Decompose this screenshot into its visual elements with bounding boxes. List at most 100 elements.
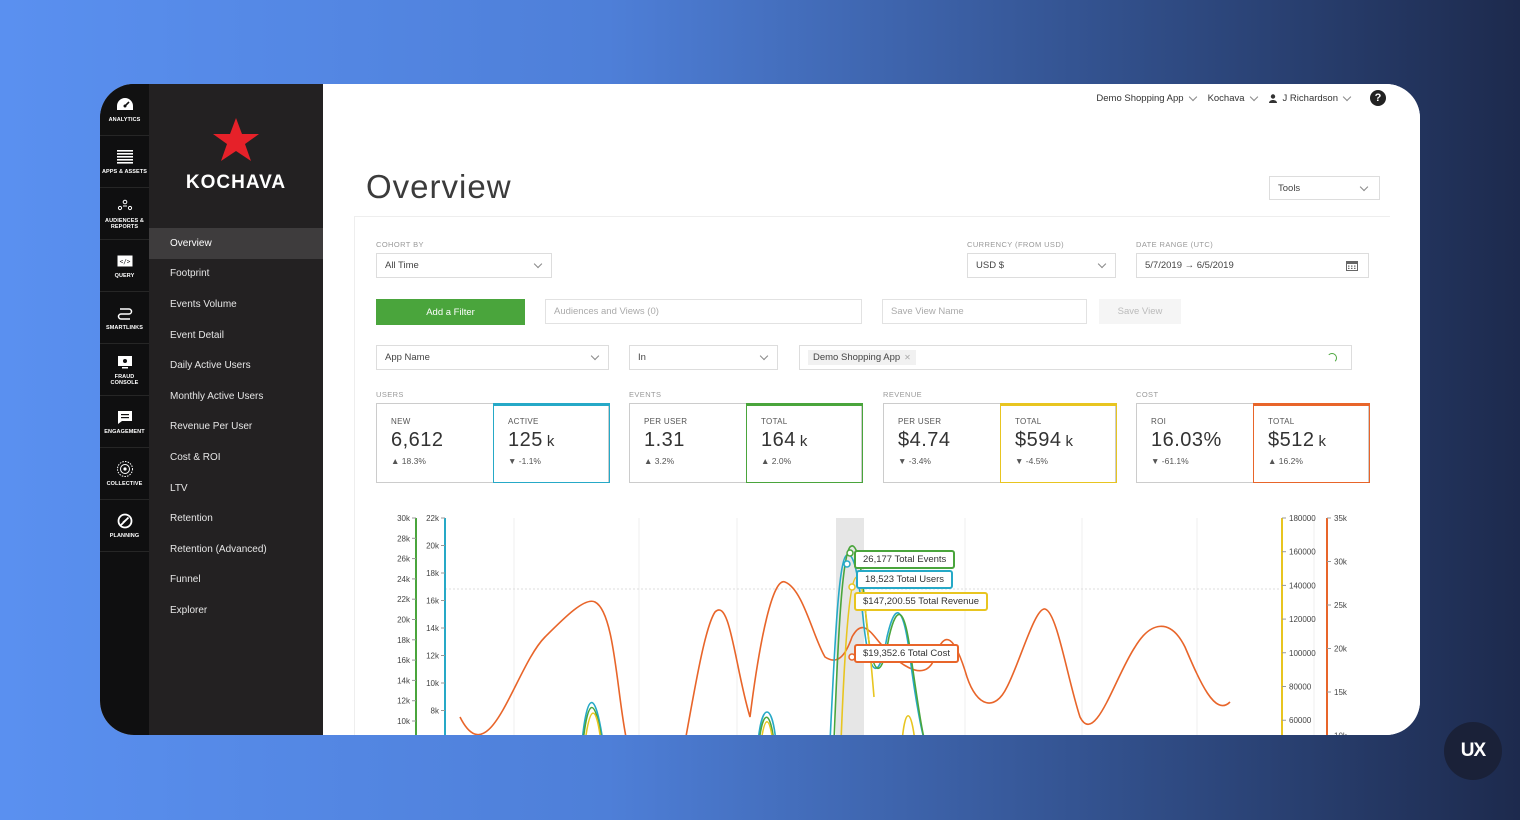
rail-item-label: QUERY	[114, 273, 135, 279]
chart-callout: $19,352.6 Total Cost	[854, 644, 959, 663]
axis-tick-label: 80000	[1289, 683, 1312, 692]
tools-label: Tools	[1278, 182, 1301, 194]
axis-tick-label: 160000	[1289, 548, 1316, 557]
hover-marker	[848, 583, 856, 591]
axis-tick-label: 26k	[397, 555, 411, 564]
user-name: J Richardson	[1282, 92, 1338, 104]
rail-item-collective[interactable]: COLLECTIVE	[100, 448, 149, 500]
app-switcher[interactable]: Demo Shopping App	[1096, 92, 1197, 104]
sidebar-item-revenue-per-user[interactable]: Revenue Per User	[149, 412, 323, 443]
sidebar-item-retention[interactable]: Retention	[149, 503, 323, 534]
axis-tick-label: 20k	[1334, 645, 1348, 654]
axis-tick-label: 120000	[1289, 615, 1316, 624]
sidebar-item-funnel[interactable]: Funnel	[149, 565, 323, 596]
axis-tick-label: 16k	[397, 656, 411, 665]
top-bar: Demo Shopping App Kochava J Richardson ?	[1096, 90, 1386, 106]
monitor-icon	[116, 353, 134, 371]
axis-tick-label: 100000	[1289, 649, 1316, 658]
chevron-down-icon	[1188, 92, 1197, 101]
tools-dropdown[interactable]: Tools	[1269, 176, 1380, 200]
rail-item-label: ENGAGEMENT	[104, 429, 145, 435]
rail-item-planning[interactable]: PLANNING	[100, 500, 149, 552]
chevron-down-icon	[1359, 182, 1369, 191]
axis-tick-label: 30k	[397, 514, 411, 523]
axis-tick-label: 18k	[397, 636, 411, 645]
brand-name: KOCHAVA	[185, 172, 287, 193]
org-switcher[interactable]: Kochava	[1207, 92, 1258, 104]
rail-item-smartlinks[interactable]: SMARTLINKS	[100, 292, 149, 344]
rail-item-label: SMARTLINKS	[105, 325, 144, 331]
axis-tick-label: 12k	[397, 697, 411, 706]
sidebar-item-monthly-active-users[interactable]: Monthly Active Users	[149, 381, 323, 412]
user-menu[interactable]: J Richardson	[1268, 92, 1352, 104]
sidebar-item-events-volume[interactable]: Events Volume	[149, 289, 323, 320]
main-content: Demo Shopping App Kochava J Richardson ?…	[323, 84, 1420, 735]
sidebar-item-explorer[interactable]: Explorer	[149, 595, 323, 626]
nav-list: Overview Footprint Events Volume Event Deta…	[149, 228, 323, 626]
axis-tick-label: 20k	[426, 542, 440, 551]
brand-logo: KOCHAVA	[149, 84, 323, 228]
sidebar-item-footprint[interactable]: Footprint	[149, 259, 323, 290]
chart-callout: 18,523 Total Users	[856, 570, 954, 589]
hover-marker	[846, 549, 854, 557]
axis-tick-label: 14k	[426, 624, 440, 633]
svg-text:</>: </>	[119, 259, 130, 266]
chart-callout: $147,200.55 Total Revenue	[854, 592, 989, 611]
icon-rail: ANALYTICS APPS & ASSETS AUDIENCES & REPORT…	[100, 84, 149, 735]
network-icon	[116, 460, 134, 478]
axis-tick-label: 10k	[426, 679, 440, 688]
compass-icon	[116, 512, 134, 530]
rail-item-analytics[interactable]: ANALYTICS	[100, 84, 149, 136]
rail-item-engagement[interactable]: ENGAGEMENT	[100, 396, 149, 448]
axis-tick-label: 20k	[397, 616, 411, 625]
code-icon: </>	[116, 252, 134, 270]
axis-tick-label: 28k	[397, 534, 411, 543]
axis-tick-label: 14k	[397, 676, 411, 685]
axis-tick-label: 15k	[1334, 688, 1348, 697]
axis-tick-label: 25k	[1334, 601, 1348, 610]
chevron-down-icon	[1249, 92, 1258, 101]
axis-tick-label: 22k	[397, 595, 411, 604]
rail-item-apps-assets[interactable]: APPS & ASSETS	[100, 136, 149, 188]
sidebar-item-overview[interactable]: Overview	[149, 228, 323, 259]
axis-tick-label: 35k	[1334, 514, 1348, 523]
axis-tick-label: 22k	[426, 514, 440, 523]
sidebar-item-retention-advanced[interactable]: Retention (Advanced)	[149, 534, 323, 565]
link-icon	[116, 304, 134, 322]
app-window: ANALYTICS APPS & ASSETS AUDIENCES & REPORT…	[100, 84, 1420, 735]
chevron-down-icon	[1342, 92, 1352, 101]
axis-tick-label: 30k	[1334, 558, 1348, 567]
sidebar-item-event-detail[interactable]: Event Detail	[149, 320, 323, 351]
message-icon	[116, 408, 134, 426]
sidebar-item-ltv[interactable]: LTV	[149, 473, 323, 504]
page-title: Overview	[366, 168, 512, 205]
sidebar-item-cost-roi[interactable]: Cost & ROI	[149, 442, 323, 473]
ux-badge: UX	[1444, 722, 1502, 780]
dashboard-icon	[116, 96, 134, 114]
sidebar-item-daily-active-users[interactable]: Daily Active Users	[149, 350, 323, 381]
help-icon[interactable]: ?	[1370, 90, 1386, 106]
axis-tick-label: 12k	[426, 652, 440, 661]
rail-item-label: ANALYTICS	[108, 117, 141, 123]
rail-item-label: COLLECTIVE	[106, 481, 143, 487]
hover-marker	[843, 560, 851, 568]
chart-callout: 26,177 Total Events	[854, 550, 956, 569]
axis-tick-label: 180000	[1289, 514, 1316, 523]
rail-item-label: FRAUD CONSOLE	[110, 374, 139, 386]
rail-item-label: AUDIENCES & REPORTS	[105, 218, 144, 230]
axis-tick-label: 10k	[1334, 732, 1348, 736]
rail-item-fraud-console[interactable]: FRAUD CONSOLE	[100, 344, 149, 396]
rail-item-label: APPS & ASSETS	[101, 169, 148, 175]
rail-item-query[interactable]: </> QUERY	[100, 240, 149, 292]
axis-tick-label: 10k	[397, 717, 411, 726]
people-icon	[116, 197, 134, 215]
axis-tick-label: 18k	[426, 569, 440, 578]
list-icon	[116, 148, 134, 166]
rail-item-audiences-reports[interactable]: AUDIENCES & REPORTS	[100, 188, 149, 240]
user-icon	[1268, 93, 1277, 103]
org-switcher-label: Kochava	[1207, 92, 1245, 104]
star-logo-icon	[213, 118, 259, 161]
axis-tick-label: 16k	[426, 597, 440, 606]
rail-item-label: PLANNING	[109, 533, 140, 539]
axis-tick-label: 140000	[1289, 581, 1316, 590]
